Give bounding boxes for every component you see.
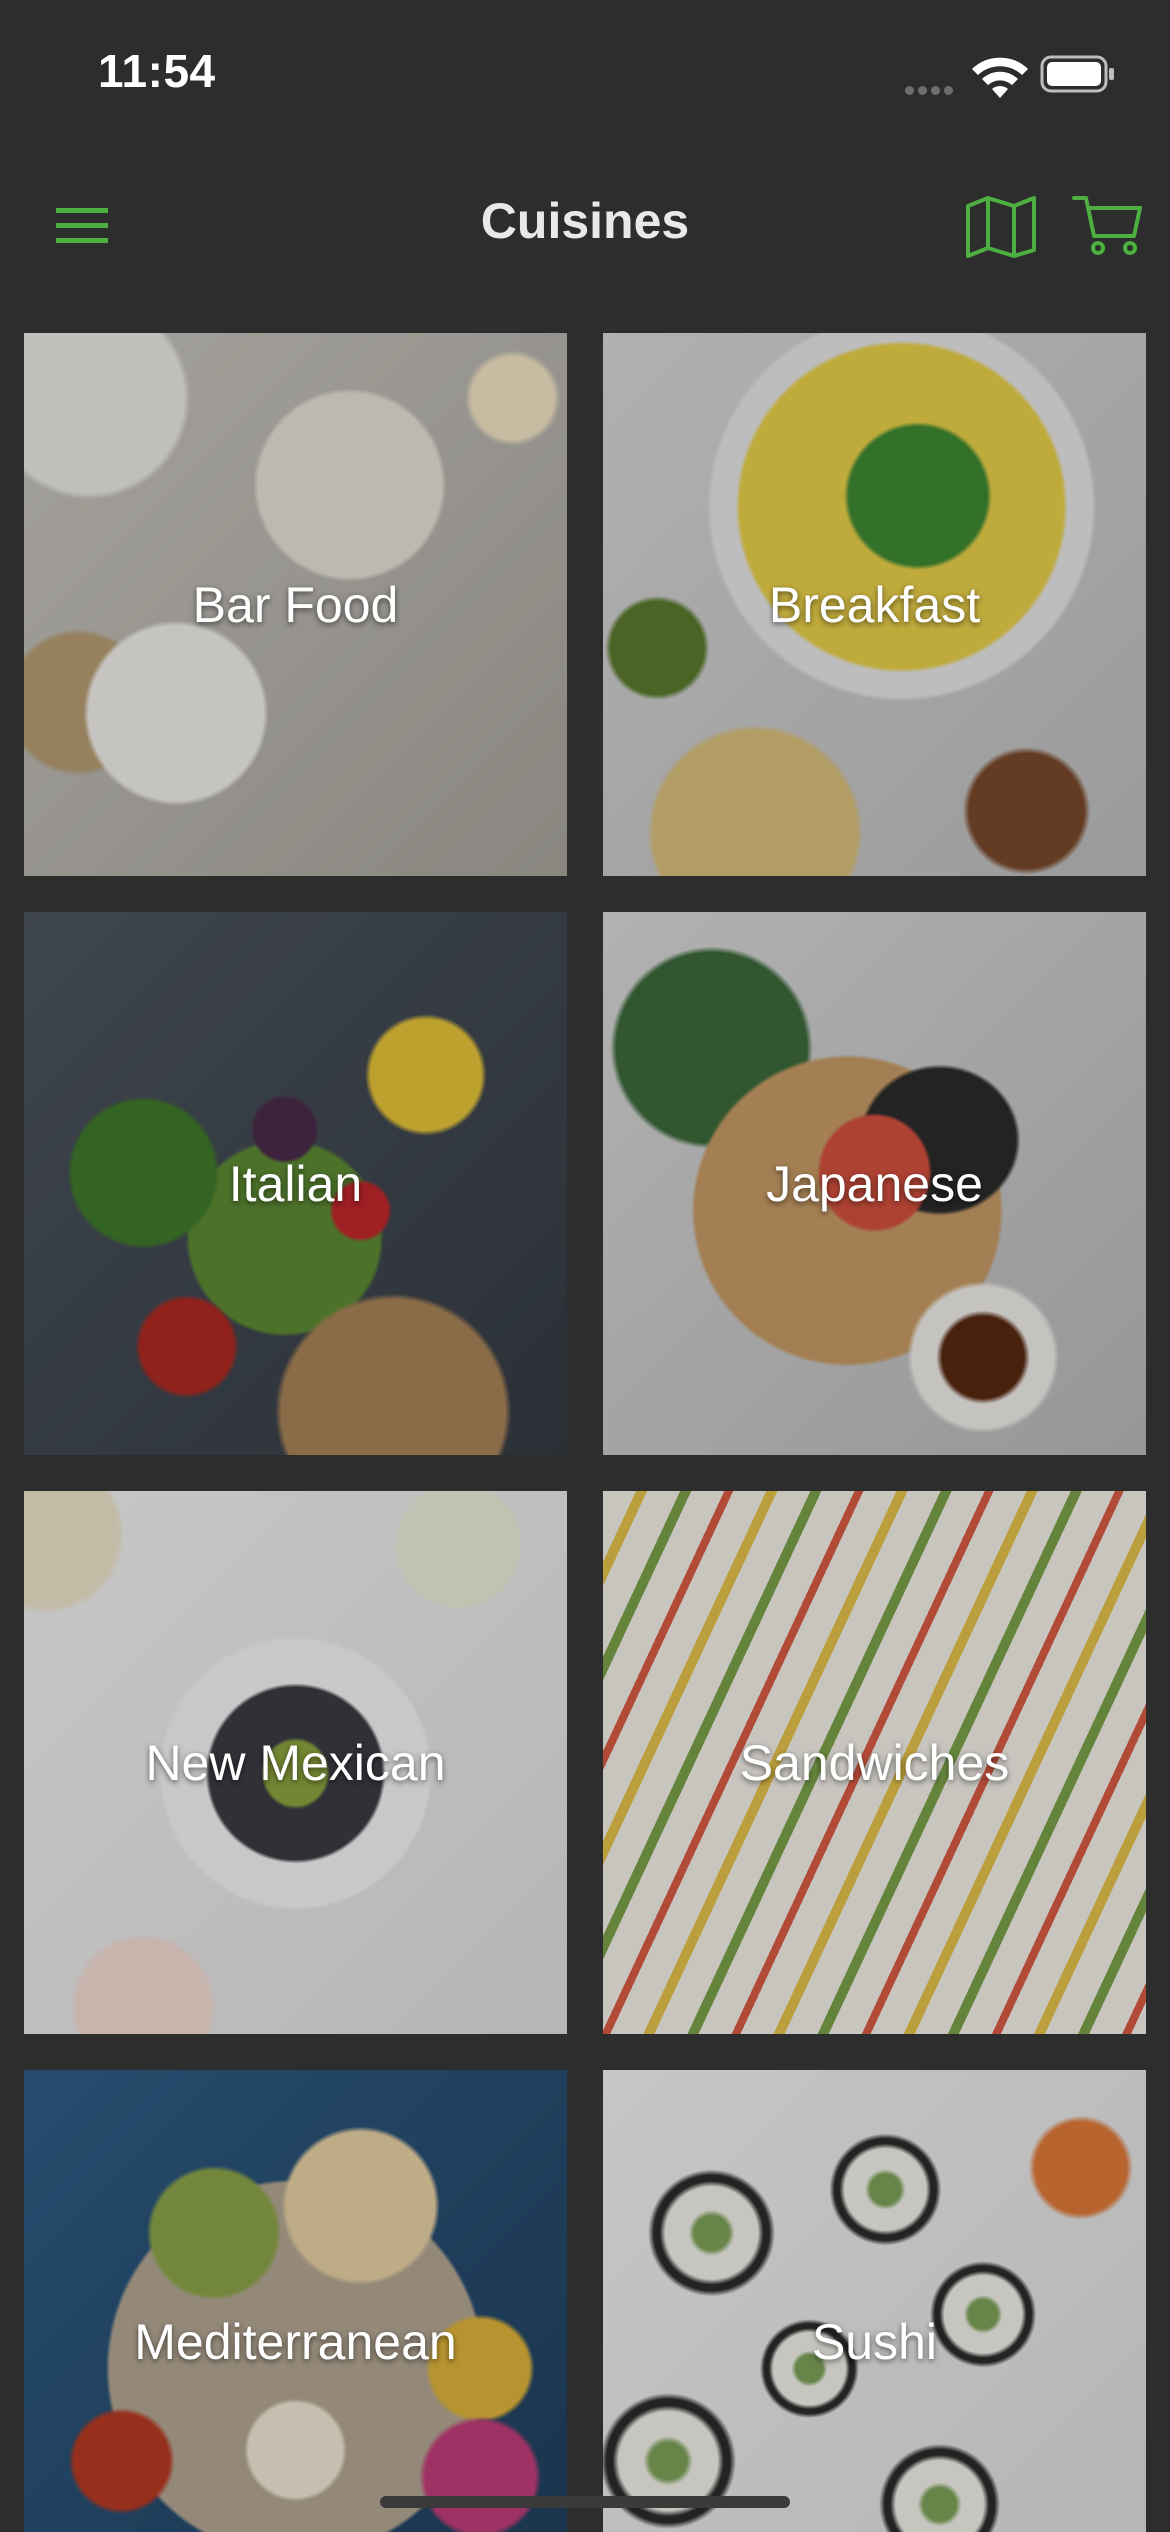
home-indicator[interactable] [380, 2496, 790, 2508]
cuisine-tile-mediterranean[interactable]: Mediterranean [24, 2070, 567, 2532]
cuisines-screen: 11:54 Cuisines Bar Food Breakfast Italia… [0, 0, 1170, 2532]
cuisine-tile-sushi[interactable]: Sushi [603, 2070, 1146, 2532]
cuisine-tile-sandwiches[interactable]: Sandwiches [603, 1491, 1146, 2034]
cuisine-label: Japanese [766, 1155, 983, 1212]
wifi-icon [972, 57, 1028, 98]
cuisine-tile-bar-food[interactable]: Bar Food [24, 333, 567, 876]
map-icon[interactable] [962, 194, 1040, 260]
cuisine-label: New Mexican [145, 1734, 446, 1791]
battery-icon [1040, 55, 1114, 93]
cellular-signal-icon [905, 82, 957, 95]
cuisine-label: Mediterranean [134, 2313, 457, 2370]
cuisine-label: Bar Food [192, 576, 399, 633]
cuisine-tile-japanese[interactable]: Japanese [603, 912, 1146, 1455]
status-time: 11:54 [98, 45, 216, 97]
cuisine-label: Breakfast [768, 576, 981, 633]
cuisine-tile-breakfast[interactable]: Breakfast [603, 333, 1146, 876]
cart-icon[interactable] [1070, 192, 1146, 258]
cuisine-tile-italian[interactable]: Italian [24, 912, 567, 1455]
cuisine-label: Italian [228, 1155, 363, 1212]
navigation-bar: Cuisines [0, 170, 1170, 280]
cuisine-tile-new-mexican[interactable]: New Mexican [24, 1491, 567, 2034]
cuisine-label: Sushi [811, 2313, 938, 2370]
cuisine-label: Sandwiches [739, 1734, 1010, 1791]
status-bar: 11:54 [0, 0, 1170, 150]
